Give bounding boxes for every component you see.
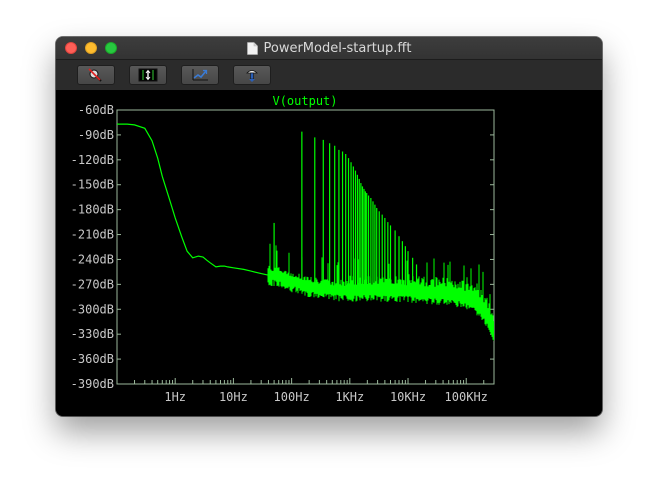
y-tick-label: -270dB	[71, 277, 114, 291]
title-bar[interactable]: PowerModel-startup.fft	[56, 37, 602, 60]
x-tick-label: 100KHz	[445, 390, 488, 404]
magnifier-cancel-icon	[88, 68, 102, 82]
toolbar	[56, 60, 602, 90]
title-area: PowerModel-startup.fft	[56, 37, 602, 59]
autorange-xy-button[interactable]	[181, 65, 219, 85]
y-tick-label: -360dB	[71, 352, 114, 366]
x-tick-label: 1Hz	[164, 390, 186, 404]
document-icon	[246, 41, 258, 55]
autorange-y-button[interactable]	[129, 65, 167, 85]
y-tick-label: -150dB	[71, 178, 114, 192]
zoom-cancel-button[interactable]	[77, 65, 115, 85]
waveform-plot-pane[interactable]: V(output) -60dB -90dB -120dB -150dB -180dB -2…	[56, 90, 602, 416]
y-tick-label: -300dB	[71, 302, 114, 316]
x-tick-label: 1KHz	[335, 390, 364, 404]
y-tick-label: -120dB	[71, 153, 114, 167]
y-axis: -60dB -90dB -120dB -150dB -180dB -210dB -240dB…	[71, 103, 494, 391]
y-tick-label: -60dB	[78, 103, 114, 117]
y-tick-label: -390dB	[71, 377, 114, 391]
y-tick-label: -90dB	[78, 128, 114, 142]
y-tick-label: -240dB	[71, 252, 114, 266]
fft-chart[interactable]: V(output) -60dB -90dB -120dB -150dB -180dB -2…	[56, 90, 602, 416]
xy-autorange-icon	[192, 69, 208, 81]
y-tick-label: -180dB	[71, 203, 114, 217]
window-title: PowerModel-startup.fft	[263, 40, 412, 56]
y-tick-label: -330dB	[71, 327, 114, 341]
vertical-autorange-icon	[138, 68, 158, 82]
probe-button[interactable]	[233, 65, 271, 85]
chart-title: V(output)	[272, 94, 337, 108]
probe-icon	[246, 70, 258, 82]
x-tick-label: 10KHz	[390, 390, 426, 404]
y-tick-label: -210dB	[71, 228, 114, 242]
trace-layer	[117, 123, 494, 341]
x-tick-label: 10Hz	[219, 390, 248, 404]
plot-frame	[116, 109, 495, 385]
app-window: PowerModel-startup.fft V(output) -60dB -…	[56, 37, 602, 416]
x-axis: 1Hz 10Hz 100Hz 1KHz 10KHz 100KHz	[116, 378, 495, 404]
x-tick-label: 100Hz	[274, 390, 310, 404]
